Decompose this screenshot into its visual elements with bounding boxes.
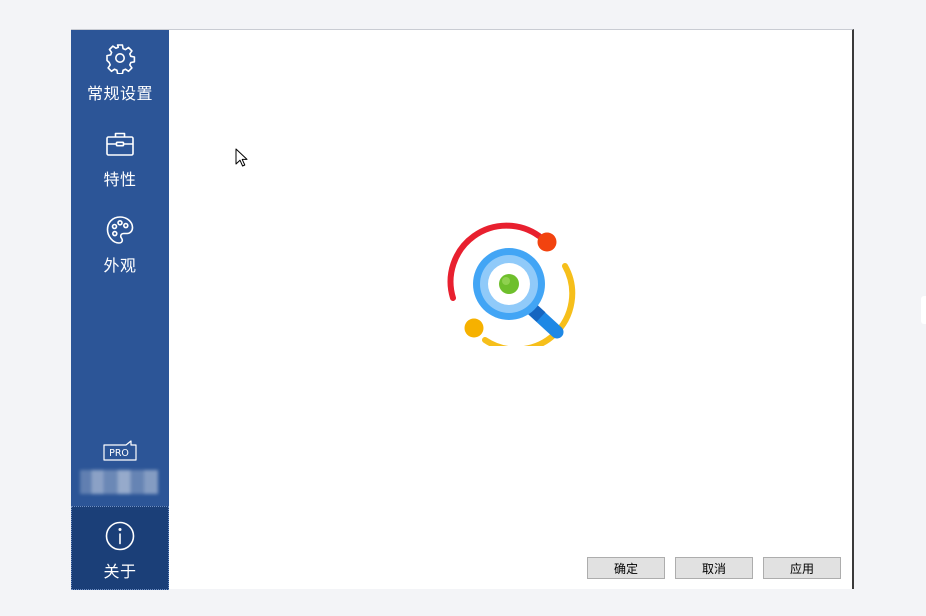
sidebar-item-appearance[interactable]: 外观 <box>71 202 169 280</box>
pro-badge-label: PRO <box>109 448 129 459</box>
mouse-cursor-icon <box>235 148 248 167</box>
pro-badge-icon: PRO <box>103 440 137 461</box>
side-handle <box>921 296 926 324</box>
sidebar-item-label: 常规设置 <box>86 84 153 103</box>
cancel-button[interactable]: 取消 <box>675 557 753 579</box>
content-panel: 确定 取消 应用 <box>169 30 852 589</box>
app-logo-icon <box>447 222 576 346</box>
sidebar-item-general-settings[interactable]: 常规设置 <box>71 30 169 108</box>
toolbox-icon <box>106 132 134 156</box>
ok-button[interactable]: 确定 <box>587 557 665 579</box>
sidebar-item-features[interactable]: 特性 <box>71 116 169 194</box>
sidebar: 常规设置 特性 外观 PRO 关于 <box>71 30 169 590</box>
redacted-user-info <box>80 470 158 494</box>
gear-icon <box>106 44 136 74</box>
info-icon <box>105 521 135 551</box>
sidebar-item-label: 外观 <box>103 256 137 275</box>
settings-window: 常规设置 特性 外观 PRO 关于 确定 取消 应用 <box>71 29 854 590</box>
sidebar-item-label: 关于 <box>103 562 137 581</box>
apply-button[interactable]: 应用 <box>763 557 841 579</box>
sidebar-item-label: 特性 <box>103 170 137 189</box>
palette-icon <box>106 216 134 244</box>
sidebar-item-about[interactable]: 关于 <box>71 506 169 590</box>
